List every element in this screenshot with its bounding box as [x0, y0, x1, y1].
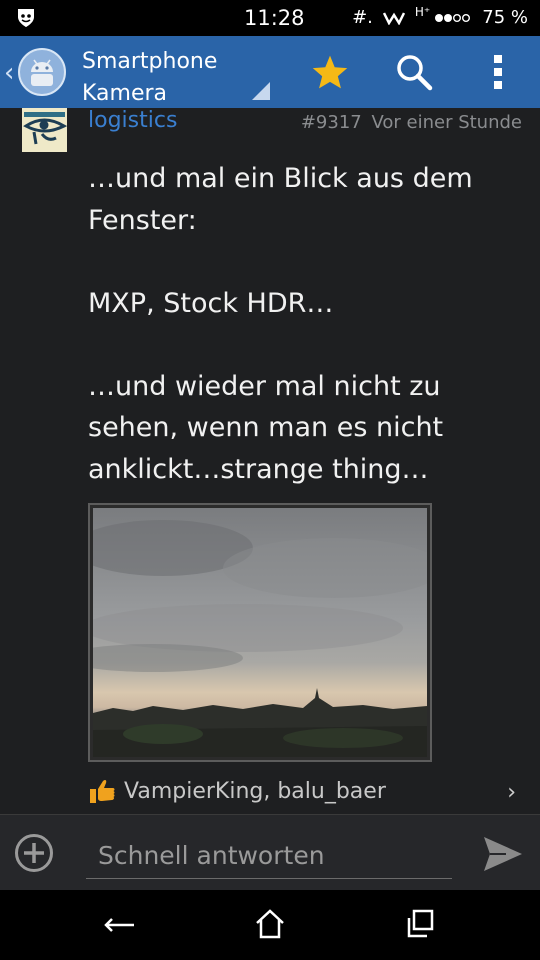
- avatar[interactable]: [22, 108, 67, 152]
- wifi-signal-icon: [382, 11, 405, 25]
- signal-text: #.: [352, 7, 373, 28]
- signal-dots-icon: [435, 13, 471, 22]
- network-text: H⁺: [414, 4, 431, 19]
- reply-bar: [0, 814, 540, 891]
- back-chevron-icon[interactable]: ‹: [4, 58, 14, 88]
- post-time: Vor einer Stunde: [371, 112, 522, 133]
- star-icon: [312, 55, 348, 89]
- thumbs-up-icon: [90, 779, 115, 803]
- favorite-button[interactable]: [306, 48, 354, 96]
- back-icon: [104, 918, 134, 932]
- post-meta: #9317 Vor einer Stunde: [301, 112, 522, 133]
- post-body: …und mal ein Blick aus dem Fenster: MXP,…: [88, 158, 518, 490]
- post-paragraph: …und wieder mal nicht zu sehen, wenn man…: [88, 370, 444, 485]
- android-app-icon[interactable]: [18, 48, 66, 96]
- forum-title[interactable]: Smartphone Kamera: [82, 46, 242, 110]
- nav-home-button[interactable]: [248, 904, 292, 944]
- shield-icon: [18, 9, 34, 27]
- quick-reply-input[interactable]: [86, 825, 452, 879]
- overflow-menu-button[interactable]: [474, 48, 522, 96]
- search-icon: [397, 55, 433, 91]
- action-bar: ‹ Smartphone Kamera: [0, 36, 540, 108]
- forum-title-line2: Kamera: [82, 81, 168, 106]
- system-nav-bar: [0, 890, 540, 960]
- nav-back-button[interactable]: [98, 904, 142, 944]
- forum-title-line1: Smartphone: [82, 49, 218, 74]
- likes-text: VampierKing, balu_baer: [124, 778, 386, 804]
- home-icon: [256, 909, 284, 939]
- post-author[interactable]: logistics: [88, 108, 177, 133]
- post-number: #9317: [300, 112, 362, 133]
- post-paragraph: MXP, Stock HDR…: [88, 287, 334, 319]
- sky-photo: [93, 508, 427, 757]
- post-paragraph: …und mal ein Blick aus dem Fenster:: [88, 163, 473, 236]
- overflow-menu-icon: [494, 55, 502, 89]
- chevron-right-icon[interactable]: ›: [507, 780, 516, 805]
- nav-recents-button[interactable]: [398, 904, 442, 944]
- likes-row[interactable]: VampierKing, balu_baer: [88, 778, 386, 804]
- post: logistics #9317 Vor einer Stunde …und ma…: [0, 108, 540, 814]
- send-icon[interactable]: [482, 835, 524, 873]
- status-bar: 11:28 #. H⁺ 75 %: [0, 0, 540, 36]
- eye-of-horus-icon: [22, 108, 67, 152]
- add-attachment-icon[interactable]: [14, 833, 54, 873]
- battery-text: 75 %: [482, 7, 528, 28]
- recents-icon: [407, 909, 434, 938]
- status-time: 11:28: [244, 6, 305, 30]
- post-image[interactable]: [88, 503, 432, 762]
- status-icons: #. H⁺ 75 %: [352, 4, 528, 29]
- dropdown-triangle-icon[interactable]: [252, 82, 270, 100]
- search-button[interactable]: [390, 48, 438, 96]
